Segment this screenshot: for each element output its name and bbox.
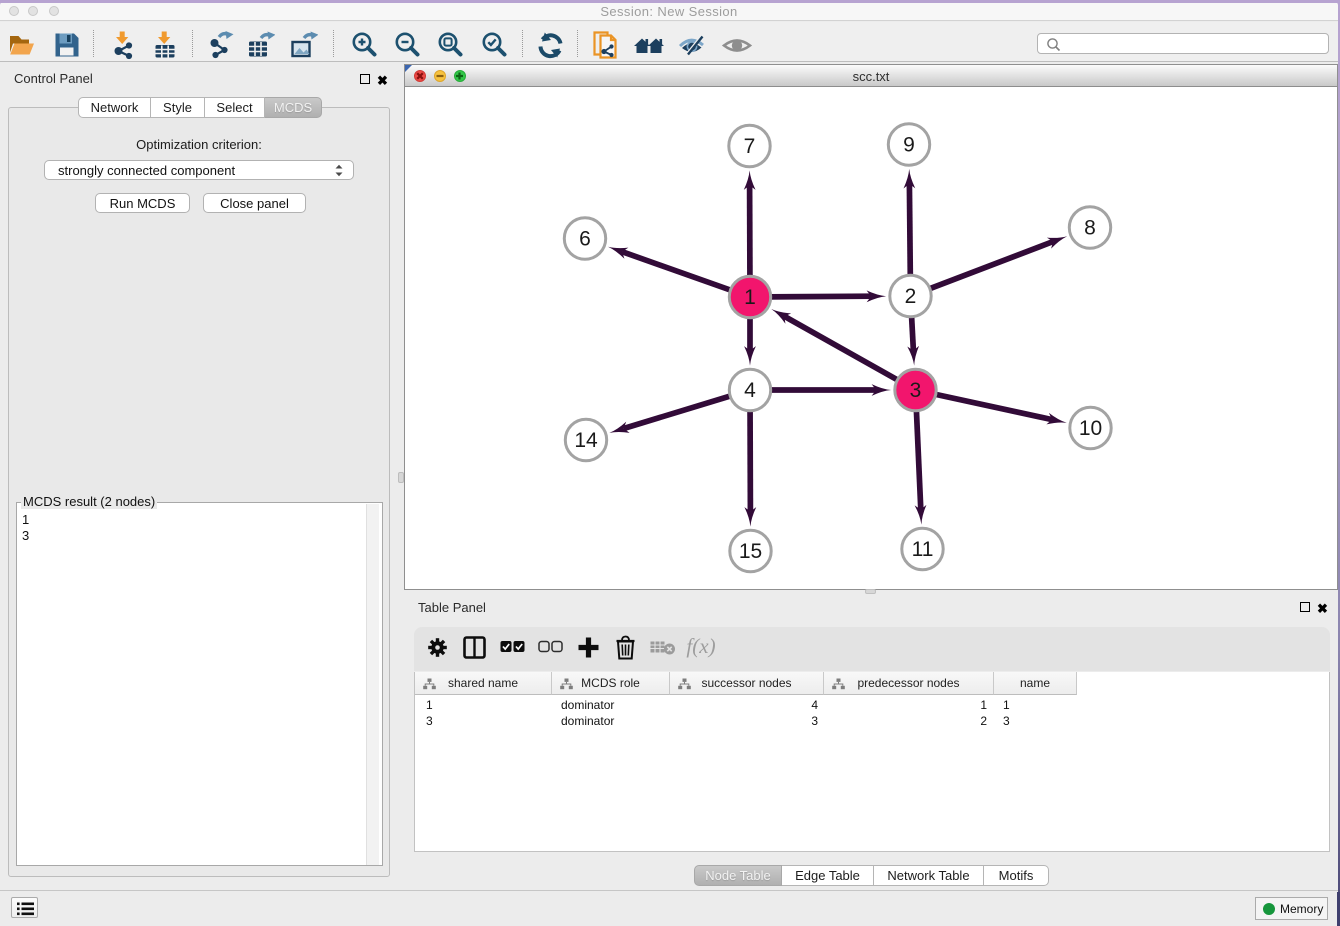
svg-text:1: 1 xyxy=(744,286,756,309)
svg-text:3: 3 xyxy=(910,379,922,402)
svg-text:4: 4 xyxy=(744,379,756,402)
svg-text:15: 15 xyxy=(739,540,762,563)
svg-text:8: 8 xyxy=(1084,217,1096,240)
svg-text:7: 7 xyxy=(744,135,756,158)
svg-text:10: 10 xyxy=(1079,417,1102,440)
svg-text:9: 9 xyxy=(903,134,915,157)
svg-text:2: 2 xyxy=(905,285,917,308)
svg-text:14: 14 xyxy=(574,429,598,452)
svg-text:6: 6 xyxy=(579,228,591,251)
svg-text:11: 11 xyxy=(912,538,934,561)
